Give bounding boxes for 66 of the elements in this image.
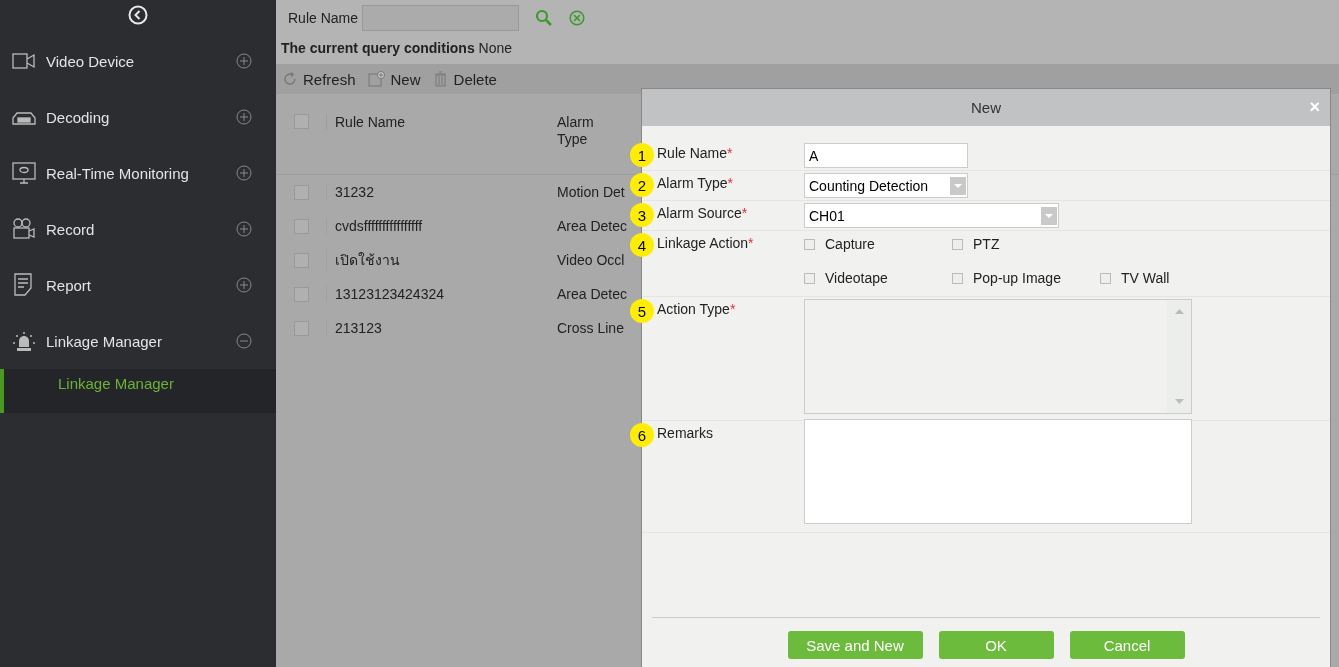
camera-icon (12, 217, 36, 241)
scroll-down-icon (1174, 399, 1184, 405)
sidebar-item[interactable]: Video Device (0, 33, 276, 89)
monitor-icon (12, 161, 36, 185)
delete-button[interactable]: Delete (432, 70, 497, 88)
query-conditions: The current query conditions None (276, 36, 1339, 64)
table-cell-text: Cross Line (556, 319, 624, 337)
new-document-icon (367, 71, 386, 87)
checkbox-option[interactable]: PTZ (952, 236, 1000, 252)
alarm-light-icon (12, 329, 36, 353)
table-cell-text: Motion Det (556, 183, 625, 201)
search-label: Rule Name (288, 10, 359, 26)
field-label: Rule Name* (657, 144, 733, 161)
number-badge: 1 (630, 143, 654, 167)
sidebar-item[interactable]: Decoding (0, 89, 276, 145)
sidebar-item[interactable]: Report (0, 257, 276, 313)
trash-icon (432, 71, 449, 87)
table-cell-text: Area Detec (556, 285, 628, 303)
dropdown[interactable]: CH01 (804, 203, 1059, 228)
expand-circle-icon[interactable] (236, 109, 252, 125)
table-cell: 31232 (326, 184, 545, 200)
refresh-icon (282, 71, 298, 87)
table-cell: cvdsffffffffffffffff (326, 218, 545, 234)
sidebar-item[interactable]: Real-Time Monitoring (0, 145, 276, 201)
search-field[interactable] (362, 5, 520, 31)
remarks-field[interactable] (804, 419, 1192, 524)
field-label: Action Type* (657, 300, 736, 317)
new-button[interactable]: New (367, 70, 421, 88)
field-label: Remarks (657, 424, 713, 441)
checkbox-option[interactable]: TV Wall (1100, 270, 1170, 286)
number-badge: 4 (630, 233, 654, 257)
scrollbar[interactable] (1167, 300, 1191, 413)
table-cell: เปิดใช้งาน (326, 249, 545, 271)
dialog-title: New (971, 99, 1001, 116)
collapse-circle-icon[interactable] (236, 333, 252, 349)
collapse-icon[interactable] (128, 5, 148, 25)
number-badge: 2 (630, 173, 654, 197)
table-cell: 13123123424324 (326, 286, 545, 302)
rule-name-field[interactable]: A (804, 143, 968, 168)
refresh-button[interactable]: Refresh (282, 70, 356, 88)
checkbox-option[interactable]: Pop-up Image (952, 270, 1100, 286)
search-icon[interactable] (535, 9, 554, 27)
number-badge: 5 (630, 299, 654, 323)
table-cell: 213123 (326, 320, 545, 336)
number-badge: 3 (630, 203, 654, 227)
list-box[interactable] (804, 299, 1192, 414)
clear-icon[interactable] (569, 10, 586, 26)
dropdown[interactable]: Counting Detection (804, 173, 968, 198)
table-cell-text: Video Occl (556, 251, 625, 269)
sidebar-item[interactable]: Linkage Manager (0, 313, 276, 369)
number-badge: 6 (630, 423, 654, 447)
scroll-up-icon (1174, 308, 1184, 314)
table-cell-text: Area Detec (556, 217, 628, 235)
sidebar-subitem[interactable]: Linkage Manager (0, 369, 276, 413)
column-header: Rule Name (326, 114, 545, 130)
expand-circle-icon[interactable] (236, 221, 252, 237)
field-label: Linkage Action* (657, 234, 754, 251)
expand-circle-icon[interactable] (236, 53, 252, 69)
checkbox-option[interactable]: Videotape (804, 270, 952, 286)
field-label: Alarm Source* (657, 204, 748, 221)
expand-circle-icon[interactable] (236, 165, 252, 181)
sidebar-item[interactable]: Record (0, 201, 276, 257)
expand-circle-icon[interactable] (236, 277, 252, 293)
field-label: Alarm Type* (657, 174, 733, 191)
column-header: Alarm Type (556, 114, 595, 148)
checkbox-option[interactable]: Capture (804, 236, 952, 252)
